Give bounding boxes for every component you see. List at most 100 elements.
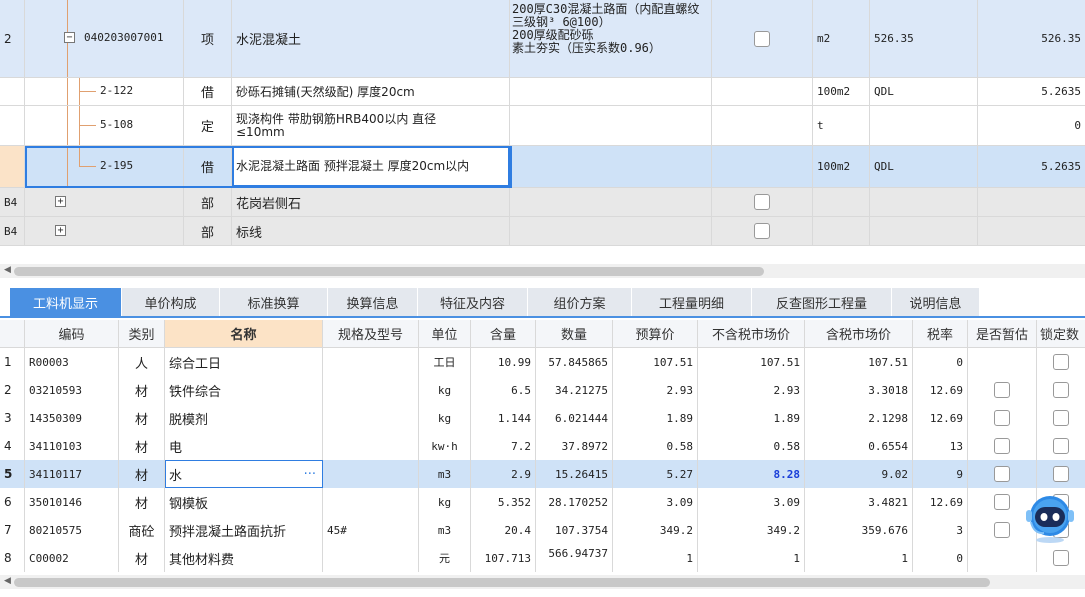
resource-code[interactable]: 03210593 <box>25 376 119 404</box>
resource-code[interactable]: 35010146 <box>25 488 119 516</box>
tab-quantity-detail[interactable]: 工程量明细 <box>632 288 752 316</box>
expand-icon[interactable]: + <box>55 196 66 207</box>
resource-name[interactable]: 钢模板 <box>165 488 323 516</box>
budget-price[interactable]: 1 <box>613 544 698 572</box>
item-feature[interactable] <box>510 146 712 187</box>
table-row[interactable]: 1 R00003 人综合工日 工日 10.99 57.845865 107.51 107.51… <box>0 348 1085 377</box>
table-row[interactable]: 7 80210575 商砼 预拌混凝土路面抗折 45# m3 20.4 107.3754 349… <box>0 516 1085 545</box>
budget-price[interactable]: 5.27 <box>613 460 698 488</box>
table-row[interactable]: B4 + 部 标线 <box>0 217 1085 246</box>
budget-price[interactable]: 3.09 <box>613 488 698 516</box>
col-market-price-incl-tax[interactable]: 含税市场价 <box>805 320 913 347</box>
col-spec[interactable]: 规格及型号 <box>323 320 419 347</box>
resource-quantity[interactable]: 37.8972 <box>536 432 613 460</box>
table-row[interactable]: 8 C00002 材其他材料费元 107.713 566.94737 1 1 1 0 <box>0 544 1085 572</box>
col-market-price-excl-tax[interactable]: 不含税市场价 <box>698 320 805 347</box>
resource-quantity[interactable]: 57.845865 <box>536 348 613 376</box>
tax-rate[interactable]: 12.69 <box>913 488 968 516</box>
table-row[interactable]: 4 34110103 材电 kw·h 7.2 37.8972 0.58 0.58 0.6554 1… <box>0 432 1085 461</box>
table-row-selected[interactable]: 5 34110117 材水 ··· m3 2.9 15.26415 5.27 8.28 9.02 9 <box>0 460 1085 489</box>
lower-horizontal-scrollbar[interactable]: ◀ <box>0 575 1085 589</box>
item-feature[interactable]: 200厚C30混凝土路面（内配直螺纹三级钢³ 6@100） 200厚级配砂砾 素… <box>510 0 712 77</box>
checkbox[interactable] <box>994 438 1010 454</box>
checkbox[interactable] <box>994 410 1010 426</box>
resource-name[interactable]: 水 ··· <box>165 460 323 488</box>
resource-name[interactable]: 综合工日 <box>165 348 323 376</box>
tax-rate[interactable]: 3 <box>913 516 968 544</box>
tab-description[interactable]: 说明信息 <box>892 288 980 316</box>
tab-features-content[interactable]: 特征及内容 <box>418 288 528 316</box>
table-row[interactable]: 2 03210593 材铁件综合 kg 6.5 34.21275 2.93 2.93 3.301… <box>0 376 1085 405</box>
checkbox[interactable] <box>1053 438 1069 454</box>
scroll-left-icon[interactable]: ◀ <box>4 576 11 586</box>
resource-spec[interactable] <box>323 348 419 376</box>
resource-name[interactable]: 水 <box>169 465 182 484</box>
table-row[interactable]: 5-108 定 现浇构件 带肋钢筋HRB400以内 直径≤10mm t 0 <box>0 106 1085 146</box>
col-tax-rate[interactable]: 税率 <box>913 320 968 347</box>
tab-pricing-scheme[interactable]: 组价方案 <box>528 288 632 316</box>
quantity[interactable]: 526.35 <box>978 0 1085 77</box>
checkbox[interactable] <box>1053 382 1069 398</box>
table-row[interactable]: 2-122 借 砂砾石摊铺(天然级配) 厚度20cm 100m2 QDL 5.2… <box>0 78 1085 106</box>
tax-rate[interactable]: 9 <box>913 460 968 488</box>
col-unit[interactable]: 单位 <box>419 320 471 347</box>
more-options-icon[interactable]: ··· <box>304 467 316 482</box>
resource-content[interactable]: 107.713 <box>471 544 536 572</box>
scrollbar-thumb[interactable] <box>14 578 990 587</box>
item-feature[interactable] <box>510 78 712 105</box>
resource-content[interactable]: 5.352 <box>471 488 536 516</box>
market-price-excl-tax[interactable]: 1.89 <box>698 404 805 432</box>
resource-spec[interactable] <box>323 432 419 460</box>
market-price-incl-tax[interactable]: 1 <box>805 544 913 572</box>
resource-unit[interactable]: m3 <box>419 516 471 544</box>
table-row-selected[interactable]: 2-195 借 水泥混凝土路面 预拌混凝土 厚度20cm以内 100m2 QDL… <box>0 146 1085 188</box>
collapse-icon[interactable]: − <box>64 32 75 43</box>
quantity-expression[interactable] <box>870 106 978 145</box>
market-price-incl-tax[interactable]: 359.676 <box>805 516 913 544</box>
resource-content[interactable]: 6.5 <box>471 376 536 404</box>
budget-price[interactable]: 2.93 <box>613 376 698 404</box>
resource-content[interactable]: 10.99 <box>471 348 536 376</box>
checkbox[interactable] <box>1053 354 1069 370</box>
resource-spec[interactable] <box>323 488 419 516</box>
market-price-incl-tax[interactable]: 0.6554 <box>805 432 913 460</box>
resource-quantity[interactable]: 6.021444 <box>536 404 613 432</box>
checkbox[interactable] <box>994 494 1010 510</box>
resource-code[interactable]: C00002 <box>25 544 119 572</box>
budget-price[interactable]: 349.2 <box>613 516 698 544</box>
item-feature[interactable] <box>510 106 712 145</box>
expand-icon[interactable]: + <box>55 225 66 236</box>
resource-code[interactable]: 34110103 <box>25 432 119 460</box>
resource-quantity[interactable]: 107.3754 <box>536 516 613 544</box>
market-price-incl-tax[interactable]: 9.02 <box>805 460 913 488</box>
resource-content[interactable]: 20.4 <box>471 516 536 544</box>
tax-rate[interactable]: 12.69 <box>913 404 968 432</box>
market-price-incl-tax[interactable]: 2.1298 <box>805 404 913 432</box>
item-name-editor[interactable]: 水泥混凝土路面 预拌混凝土 厚度20cm以内 <box>232 146 510 187</box>
market-price-incl-tax[interactable]: 3.4821 <box>805 488 913 516</box>
resource-unit[interactable]: kw·h <box>419 432 471 460</box>
resource-code[interactable]: 80210575 <box>25 516 119 544</box>
scrollbar-thumb[interactable] <box>14 267 764 276</box>
resource-code[interactable]: R00003 <box>25 348 119 376</box>
item-name[interactable]: 砂砾石摊铺(天然级配) 厚度20cm <box>232 78 510 105</box>
table-row[interactable]: 6 35010146 材钢模板 kg 5.352 28.170252 3.09 3.09 3.4… <box>0 488 1085 517</box>
resource-unit[interactable]: m3 <box>419 460 471 488</box>
resource-unit[interactable]: kg <box>419 404 471 432</box>
resource-content[interactable]: 2.9 <box>471 460 536 488</box>
scroll-left-icon[interactable]: ◀ <box>4 265 11 275</box>
col-provisional[interactable]: 是否暂估 <box>968 320 1037 347</box>
resource-name[interactable]: 电 <box>165 432 323 460</box>
checkbox[interactable] <box>754 30 770 47</box>
checkbox[interactable] <box>1053 466 1069 482</box>
quantity-expression[interactable]: QDL <box>870 78 978 105</box>
market-price-excl-tax[interactable]: 349.2 <box>698 516 805 544</box>
checkbox[interactable] <box>1053 410 1069 426</box>
tax-rate[interactable]: 12.69 <box>913 376 968 404</box>
checkbox[interactable] <box>1053 550 1069 566</box>
resource-spec[interactable]: 45# <box>323 516 419 544</box>
market-price-excl-tax[interactable]: 8.28 <box>698 460 805 488</box>
budget-price[interactable]: 0.58 <box>613 432 698 460</box>
tab-conversion-info[interactable]: 换算信息 <box>328 288 418 316</box>
budget-price[interactable]: 107.51 <box>613 348 698 376</box>
